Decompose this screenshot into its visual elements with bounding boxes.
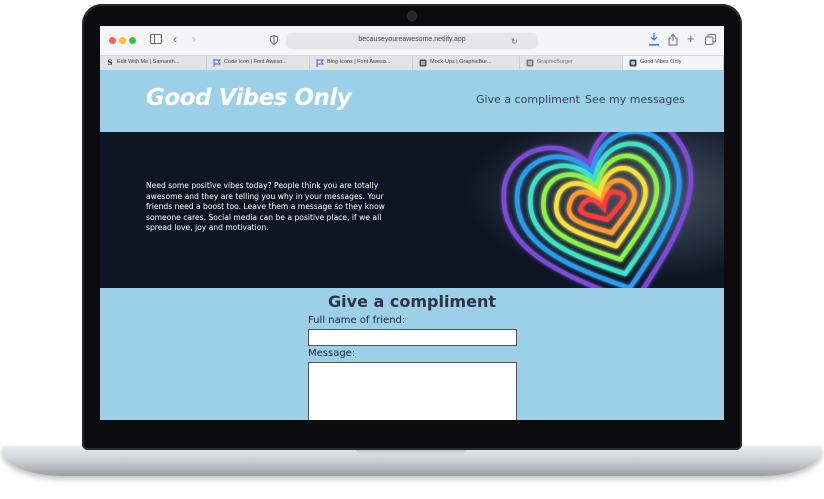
s-logo-icon: S <box>107 58 113 67</box>
website: Good Vibes Only Give a compliment See my… <box>100 70 724 420</box>
download-icon[interactable] <box>649 32 659 49</box>
nav-see-messages[interactable]: See my messages <box>585 93 685 106</box>
tab-label: Code Icon | Font Aweso... <box>224 59 287 65</box>
site-header: Good Vibes Only Give a compliment See my… <box>100 70 724 132</box>
tab-mock-ups[interactable]: Mock-Ups | GraphicBur... <box>413 56 520 70</box>
burger-icon <box>526 59 534 67</box>
flag-icon <box>316 59 324 67</box>
browser-window: ‹ › becauseyoureawesome.netlify.app ↻ + … <box>100 26 724 420</box>
shield-icon[interactable] <box>270 34 278 48</box>
tab-code-icon[interactable]: Code Icon | Font Aweso... <box>207 56 310 70</box>
sidebar-icon[interactable] <box>150 34 162 47</box>
close-window-button[interactable] <box>109 37 116 44</box>
new-tab-icon[interactable]: + <box>687 32 695 45</box>
tab-label: Edit With Me | Samanth... <box>117 59 180 65</box>
reload-icon[interactable]: ↻ <box>511 36 518 47</box>
webcam <box>408 12 416 20</box>
hero-text: Need some positive vibes today? People t… <box>146 181 385 232</box>
friend-name-input[interactable] <box>308 329 517 346</box>
burger-icon <box>419 59 427 67</box>
browser-toolbar: ‹ › becauseyoureawesome.netlify.app ↻ + <box>100 26 724 55</box>
message-textarea[interactable] <box>308 362 517 420</box>
tab-bar: S Edit With Me | Samanth... Code Icon | … <box>100 55 724 71</box>
url-text: becauseyoureawesome.netlify.app <box>358 36 466 43</box>
share-icon[interactable] <box>668 33 678 49</box>
tab-good-vibes-only[interactable]: Good Vibes Only <box>623 56 724 70</box>
form-title: Give a compliment <box>328 292 496 311</box>
tab-label: Mock-Ups | GraphicBur... <box>430 59 492 65</box>
address-bar[interactable]: becauseyoureawesome.netlify.app ↻ <box>286 33 538 49</box>
tab-edit-with-me[interactable]: S Edit With Me | Samanth... <box>100 56 207 70</box>
hero-banner: Need some positive vibes today? People t… <box>100 132 724 288</box>
tab-blog-icons[interactable]: Blog Icons | Font Aweso... <box>310 56 413 70</box>
tab-label: Good Vibes Only <box>640 59 682 65</box>
compliment-form: Give a compliment Full name of friend: M… <box>100 288 724 420</box>
forward-icon[interactable]: › <box>192 33 196 45</box>
nav-give-compliment[interactable]: Give a compliment <box>476 93 580 106</box>
maximize-window-button[interactable] <box>129 37 136 44</box>
site-logo[interactable]: Good Vibes Only <box>146 85 352 111</box>
message-label: Message: <box>308 348 356 359</box>
tab-label: GraphicBurger <box>537 59 573 65</box>
flag-icon <box>213 59 221 67</box>
tab-label: Blog Icons | Font Aweso... <box>327 59 391 65</box>
back-icon[interactable]: ‹ <box>173 33 177 45</box>
name-label: Full name of friend: <box>308 315 406 326</box>
minimize-window-button[interactable] <box>119 37 126 44</box>
site-icon <box>629 59 637 67</box>
tab-graphicburger[interactable]: GraphicBurger <box>520 56 623 70</box>
tab-overview-icon[interactable] <box>705 34 716 48</box>
